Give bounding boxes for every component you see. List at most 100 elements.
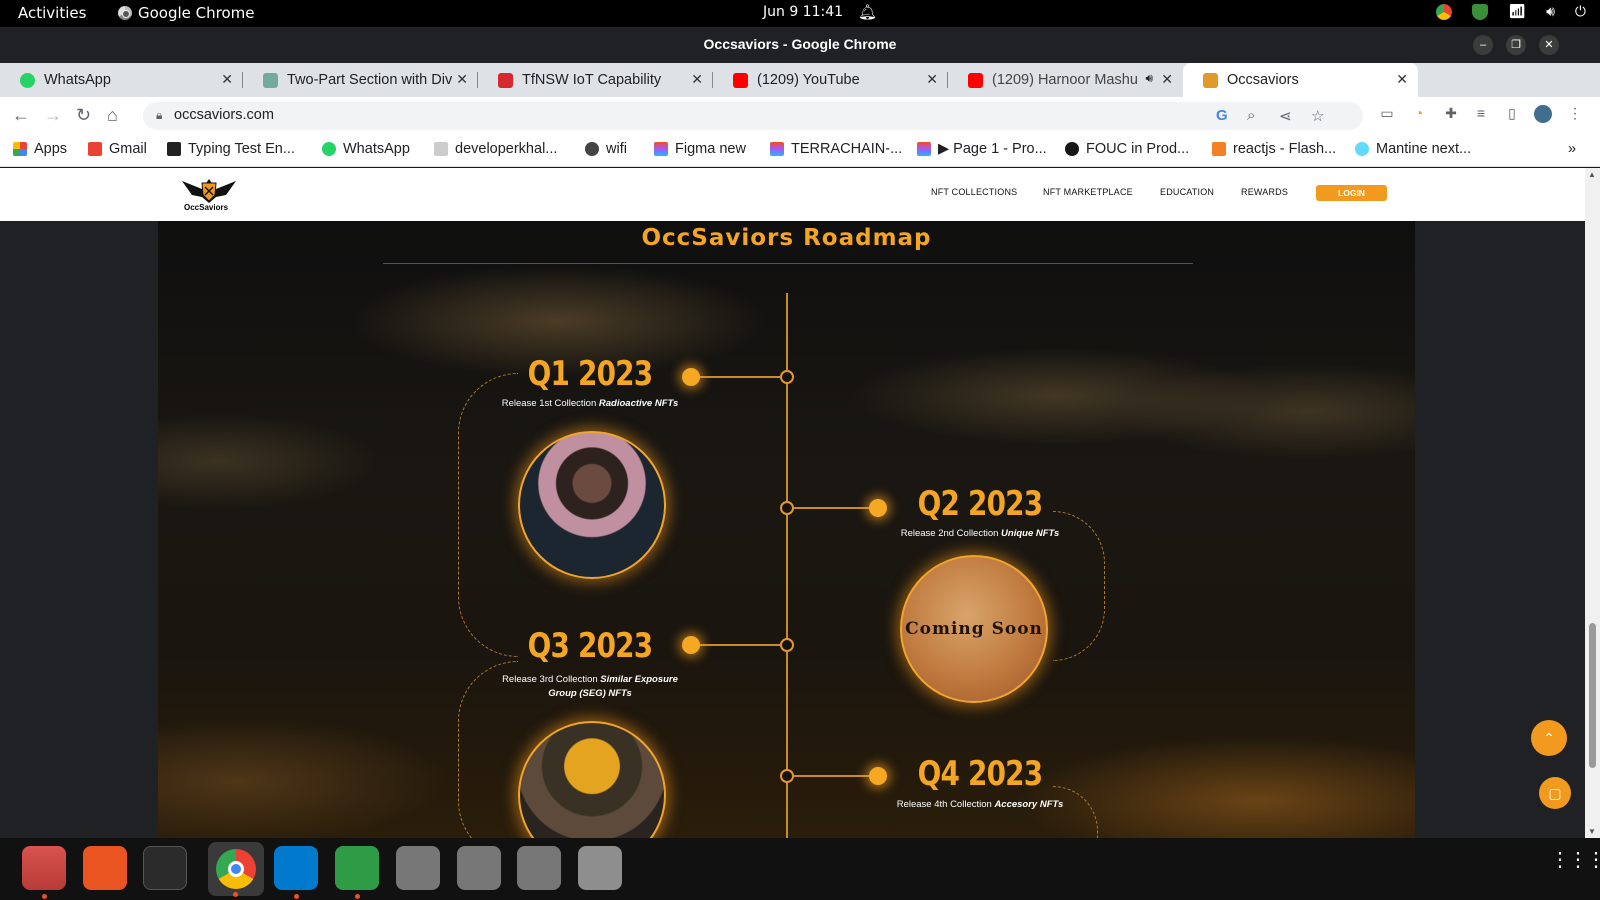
tab-occsaviors[interactable]: Occsaviors ✕ [1183,63,1418,97]
tab-close-icon[interactable]: ✕ [221,71,233,88]
tab-tfnsw[interactable]: TfNSW IoT Capability ✕ [478,63,713,97]
whatsapp-icon [322,142,336,156]
bookmark-developerkhal[interactable]: developerkhal... [434,141,557,157]
milestone-dot [869,499,887,517]
show-apps-icon[interactable]: ⋮⋮⋮ [1550,850,1600,870]
window-title: Occsaviors - Google Chrome [703,36,897,52]
bookmark-terrachain[interactable]: TERRACHAIN-... [770,141,902,157]
tab-youtube[interactable]: (1209) YouTube ✕ [713,63,948,97]
puzzle-icon[interactable]: ✚ [1442,105,1460,123]
apps-grid-icon [13,142,27,156]
nav-nft-marketplace[interactable]: NFT MARKETPLACE [1043,187,1133,197]
more-bookmarks-icon[interactable]: » [1568,141,1576,157]
avatar[interactable] [1534,105,1552,123]
audio-playing-icon[interactable]: 🔊︎ [1145,71,1153,86]
tab-close-icon[interactable]: ✕ [1161,71,1173,88]
tab-close-icon[interactable]: ✕ [926,71,938,88]
volume-icon[interactable]: 🔊︎ [1546,4,1555,20]
bookmark-wifi[interactable]: wifi [585,141,627,157]
tab-close-icon[interactable]: ✕ [456,71,468,88]
tab-close-icon[interactable]: ✕ [691,71,703,88]
minimize-button[interactable]: – [1473,35,1493,55]
url-text[interactable]: occsaviors.com [174,107,274,123]
close-window-button[interactable]: ✕ [1539,35,1559,55]
scroll-down-arrow-icon[interactable]: ▼ [1588,827,1596,836]
bookmark-fouc[interactable]: FOUC in Prod... [1065,141,1189,157]
disk-icon[interactable] [517,846,561,890]
chrome-tray-icon[interactable] [1436,4,1453,20]
wifi-icon[interactable]: 📶︎ [1508,4,1526,20]
login-button[interactable]: LOGIN [1316,185,1387,201]
software-center-icon[interactable] [83,846,127,890]
disk-icon[interactable] [457,846,501,890]
nav-rewards[interactable]: REWARDS [1241,187,1288,197]
google-lens-icon[interactable]: G [1216,107,1228,124]
nav-education[interactable]: EDUCATION [1160,187,1214,197]
vscode-icon[interactable] [274,846,318,899]
bookmark-reactjs[interactable]: reactjs - Flash... [1212,141,1336,157]
github-icon [1065,142,1079,156]
app-menu[interactable]: Google Chrome [118,4,255,22]
bookmark-whatsapp[interactable]: WhatsApp [322,141,410,157]
bookmark-gmail[interactable]: Gmail [88,141,147,157]
trash-icon[interactable] [578,846,622,890]
tab-two-part-section[interactable]: Two-Part Section with Div ✕ [243,63,478,97]
bookmark-label: Figma new [675,141,746,157]
share-icon[interactable]: ⋖ [1279,107,1292,125]
home-icon[interactable]: ⌂ [107,105,118,126]
bookmark-mantine[interactable]: Mantine next... [1355,141,1471,157]
tab-whatsapp[interactable]: WhatsApp ✕ [0,63,243,97]
milestone-description: Release 1st Collection Radioactive NFTs [501,398,679,409]
app-name: Google Chrome [138,4,255,22]
power-icon[interactable]: ⏻ [1575,4,1586,20]
spreadsheet-icon[interactable] [335,846,379,899]
terminal-icon[interactable] [143,846,187,890]
milestone-description: Release 3rd Collection Similar Exposure … [502,674,678,699]
clock[interactable]: Jun 9 11:41 [763,4,843,20]
extension-icon[interactable]: ▭ [1378,105,1396,123]
timeline-node [780,370,794,384]
side-panel-icon[interactable]: ▯ [1503,105,1521,123]
tab-label: Occsaviors [1227,72,1299,88]
files-icon[interactable] [22,846,66,899]
address-bar[interactable]: 🔒︎ occsaviors.com G ⌕ ⋖ ☆ [143,102,1363,130]
tab-close-icon[interactable]: ✕ [1396,71,1408,88]
tab-label: WhatsApp [44,72,111,88]
lock-icon[interactable]: 🔒︎ [156,108,162,123]
dashed-arc [1053,786,1098,838]
maximize-button[interactable]: ❐ [1506,35,1526,55]
back-arrow-icon[interactable]: ← [12,105,30,126]
zoom-icon[interactable]: ⌕ [1247,107,1255,124]
chatgpt-icon [263,72,278,88]
bookmark-typing-test[interactable]: Typing Test En... [167,141,295,157]
site-logo[interactable]: OccSaviors [180,175,238,215]
reload-icon[interactable]: ↻ [76,105,91,126]
scrollbar-thumb[interactable] [1589,623,1596,768]
milestone-image [518,431,666,579]
kebab-menu-icon[interactable]: ⋮ [1566,105,1584,123]
page-scrollbar[interactable]: ▲ ▼ [1585,168,1600,838]
bookmark-page1[interactable]: ▶ Page 1 - Pro... [917,141,1047,157]
disk-icon[interactable] [396,846,440,890]
chat-widget-button[interactable]: ▢ [1539,777,1571,809]
bookmark-label: Apps [34,141,68,157]
scroll-up-arrow-icon[interactable]: ▲ [1588,170,1596,179]
bookmark-figma-new[interactable]: Figma new [654,141,746,157]
window-titlebar: Occsaviors - Google Chrome – ❐ ✕ [0,27,1600,63]
bookmark-apps[interactable]: Apps [13,141,67,157]
scroll-to-top-button[interactable]: ⌃ [1531,720,1567,756]
system-tray[interactable]: 📶︎ 🔊︎ ⏻ [1436,4,1586,20]
nav-nft-collections[interactable]: NFT COLLECTIONS [931,187,1017,197]
bookmark-label: WhatsApp [343,141,410,157]
activities-button[interactable]: Activities [18,4,86,22]
milestone-title: Q2 2023 [917,484,1043,524]
bookmarks-bar: Apps Gmail Typing Test En... WhatsApp de… [0,135,1600,167]
forward-arrow-icon[interactable]: → [44,105,62,126]
bookmark-star-icon[interactable]: ☆ [1311,107,1324,125]
media-queue-icon[interactable]: ≡ [1472,105,1490,123]
chrome-dock-icon[interactable] [208,842,264,897]
extension-orange-icon[interactable]: ◔ [1410,105,1428,123]
shield-icon[interactable] [1472,4,1489,20]
milestone-title: Q3 2023 [527,626,653,666]
tab-youtube-harnoor[interactable]: (1209) Harnoor Mashu 🔊︎ ✕ [948,63,1183,97]
